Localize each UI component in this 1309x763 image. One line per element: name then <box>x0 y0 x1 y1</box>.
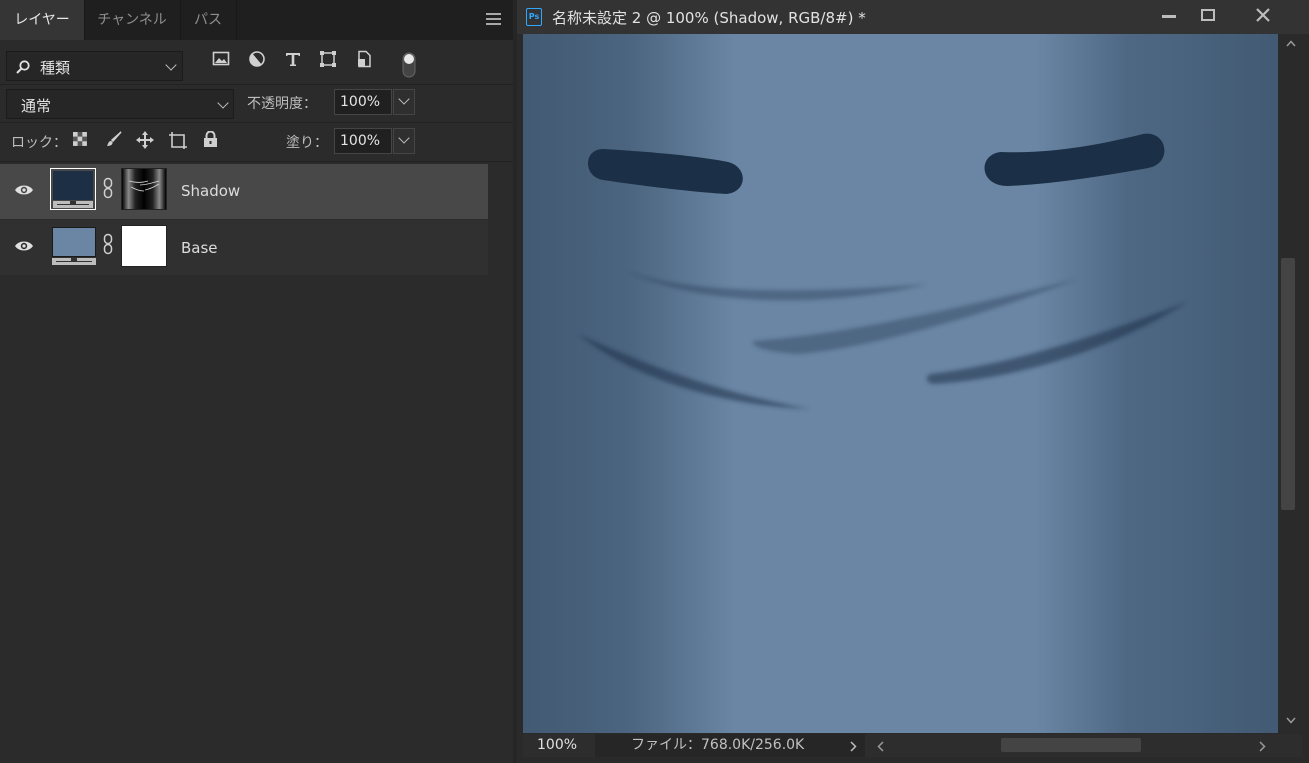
close-button[interactable] <box>1243 2 1281 28</box>
opacity-label: 不透明度： <box>247 96 317 112</box>
scroll-down-icon[interactable] <box>1286 717 1296 724</box>
divider <box>0 84 513 85</box>
fill-label: 塗り： <box>286 135 328 151</box>
status-menu-arrow-icon[interactable] <box>850 741 857 752</box>
tab-channels[interactable]: チャンネル <box>84 0 181 40</box>
document-title-bar[interactable]: Ps 名称未設定 2 @ 100% (Shadow, RGB/8#) * <box>517 0 1309 34</box>
layer-mask-thumbnail[interactable] <box>121 225 167 267</box>
minimize-button[interactable] <box>1149 2 1187 28</box>
canvas-artwork <box>523 34 1278 733</box>
canvas-base-fill <box>523 34 1278 733</box>
lock-all-icon[interactable] <box>203 131 218 148</box>
opacity-slider-button[interactable] <box>393 89 415 115</box>
panel-tab-bar: レイヤー チャンネル パス <box>0 0 513 40</box>
tab-layers[interactable]: レイヤー <box>0 0 85 40</box>
layer-link-icon[interactable] <box>103 233 113 255</box>
fill-layer-indicator <box>53 201 93 208</box>
layer-row-base[interactable]: Base <box>0 220 488 275</box>
layer-row-shadow[interactable]: Shadow <box>0 164 488 219</box>
document-title: 名称未設定 2 @ 100% (Shadow, RGB/8#) * <box>552 9 866 27</box>
document-window: Ps 名称未設定 2 @ 100% (Shadow, RGB/8#) * 100… <box>517 0 1309 763</box>
filter-kind-dropdown[interactable]: 種類 <box>6 51 183 81</box>
tab-paths[interactable]: パス <box>180 0 237 40</box>
layer-thumbnail-color <box>53 171 93 200</box>
fill-layer-indicator <box>52 258 96 265</box>
layers-panel: レイヤー チャンネル パス 種類 通常 不透明度： 100% ロック： 塗り： … <box>0 0 513 763</box>
layer-thumbnail[interactable] <box>50 225 96 267</box>
layer-thumbnail-color <box>52 227 96 257</box>
blend-mode-value: 通常 <box>21 97 52 115</box>
close-icon <box>1256 8 1270 22</box>
mask-strokes-icon <box>128 180 160 192</box>
shape-filter-icon[interactable] <box>319 50 337 68</box>
panel-menu-icon[interactable] <box>486 12 502 26</box>
file-info[interactable]: ファイル：768.0K/256.0K <box>595 734 865 757</box>
scroll-left-icon[interactable] <box>877 741 884 752</box>
scroll-right-icon[interactable] <box>1259 741 1266 752</box>
photoshop-document-icon: Ps <box>526 8 542 26</box>
chevron-down-icon <box>398 93 410 105</box>
search-icon <box>16 60 30 74</box>
type-filter-icon[interactable] <box>284 50 302 68</box>
lock-artboard-icon[interactable] <box>168 131 188 149</box>
filter-kind-value: 種類 <box>40 59 71 77</box>
minimize-icon <box>1162 15 1176 18</box>
lock-position-icon[interactable] <box>136 131 154 149</box>
fill-slider-button[interactable] <box>393 128 415 154</box>
chevron-down-icon <box>217 97 229 109</box>
divider <box>0 161 513 162</box>
chevron-down-icon <box>165 59 177 71</box>
visibility-eye-icon[interactable] <box>14 184 34 196</box>
maximize-icon <box>1201 9 1215 21</box>
maximize-button[interactable] <box>1189 2 1227 28</box>
lock-image-pixels-icon[interactable] <box>106 131 122 147</box>
layer-name-base[interactable]: Base <box>181 239 218 257</box>
layer-thumbnail[interactable] <box>50 168 96 210</box>
image-filter-icon[interactable] <box>212 50 230 68</box>
divider <box>0 122 513 123</box>
horizontal-scroll-thumb[interactable] <box>1001 738 1141 752</box>
layer-name-shadow[interactable]: Shadow <box>181 182 240 200</box>
adjustment-filter-icon[interactable] <box>248 50 266 68</box>
fill-input[interactable]: 100% <box>334 128 392 154</box>
blend-mode-dropdown[interactable]: 通常 <box>6 89 234 119</box>
layer-mask-thumbnail[interactable] <box>121 168 167 210</box>
zoom-level[interactable]: 100% <box>523 734 593 757</box>
layer-link-icon[interactable] <box>103 177 113 199</box>
lock-label: ロック： <box>11 135 67 151</box>
chevron-down-icon <box>398 132 410 144</box>
opacity-input[interactable]: 100% <box>334 89 392 115</box>
visibility-eye-icon[interactable] <box>14 240 34 252</box>
vertical-scroll-thumb[interactable] <box>1281 258 1295 510</box>
document-canvas[interactable] <box>523 34 1278 733</box>
scroll-up-icon[interactable] <box>1286 40 1296 47</box>
smart-object-filter-icon[interactable] <box>355 50 373 68</box>
lock-transparent-pixels-icon[interactable] <box>72 131 88 147</box>
filter-toggle-icon[interactable] <box>402 52 416 78</box>
